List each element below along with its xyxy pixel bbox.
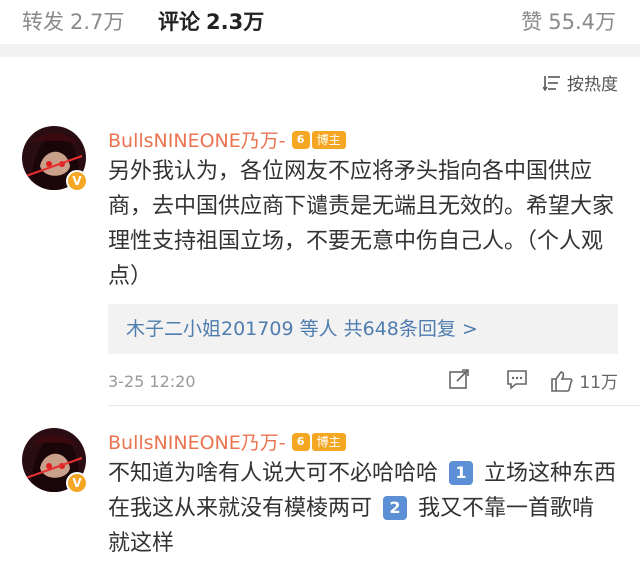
- replies-summary[interactable]: 木子二小姐201709 等人 共648条回复 >: [108, 304, 618, 354]
- level-icon: 6: [291, 432, 310, 451]
- blogger-tag: 博主: [311, 432, 346, 451]
- tab-repost-count: 2.7万: [70, 10, 125, 34]
- tab-like-count: 55.4万: [548, 10, 616, 34]
- comment-text-part: 不知道为啥有人说大可不必哈哈哈: [108, 461, 445, 486]
- avatar[interactable]: V: [22, 428, 88, 494]
- comment-separator: [108, 405, 640, 406]
- sort-label: 按热度: [567, 75, 618, 95]
- tab-repost-label: 转发: [22, 10, 64, 34]
- comment-time: 3-25 12:20: [108, 372, 196, 391]
- like-count: 11万: [579, 373, 618, 393]
- like-button[interactable]: 11万: [550, 368, 618, 393]
- tab-comment-label: 评论: [158, 10, 200, 34]
- comment-meta: 3-25 12:20 11万: [108, 368, 618, 396]
- level-badge: 6 博主: [291, 130, 346, 150]
- username-text: BullsNINEONE乃万-: [108, 432, 286, 454]
- share-button[interactable]: [448, 368, 470, 390]
- comment-text: 另外我认为，各位网友不应将矛头指向各中国供应商，去中国供应商下谴责是无端且无效的…: [108, 159, 615, 289]
- level-badge: 6 博主: [291, 432, 346, 452]
- comment-item: V BullsNINEONE乃万- 6 博主 不知道为啥有人说大可不必哈哈哈 1…: [0, 420, 640, 562]
- reply-button[interactable]: [506, 368, 528, 390]
- comment-icon: [507, 370, 527, 390]
- tab-comment-count: 2.3万: [206, 10, 265, 34]
- section-divider: [0, 44, 640, 57]
- keycap-two-icon: 2: [383, 496, 407, 520]
- verified-badge-icon: V: [66, 472, 88, 494]
- comment-item: V BullsNINEONE乃万- 6 博主 另外我认为，各位网友不应将矛头指向…: [0, 118, 640, 406]
- tab-repost[interactable]: 转发 2.7万: [22, 6, 124, 36]
- level-icon: 6: [291, 130, 310, 149]
- comment-text: 不知道为啥有人说大可不必哈哈哈 1 立场这种东西在我这从来就没有模棱两可 2 我…: [108, 456, 618, 561]
- tab-like-label: 赞: [521, 10, 543, 34]
- blogger-tag: 博主: [311, 130, 346, 149]
- tab-like[interactable]: 赞 55.4万: [521, 6, 616, 36]
- keycap-one-icon: 1: [449, 461, 473, 485]
- tab-comment[interactable]: 评论 2.3万: [158, 6, 264, 36]
- share-icon: [449, 369, 469, 389]
- verified-badge-icon: V: [66, 170, 88, 192]
- sort-by-hot-button[interactable]: 按热度: [543, 70, 618, 95]
- thumbs-up-icon: [551, 370, 573, 392]
- tab-bar: 转发 2.7万 评论 2.3万 赞 55.4万: [0, 0, 640, 44]
- username-text: BullsNINEONE乃万-: [108, 130, 286, 152]
- username[interactable]: BullsNINEONE乃万- 6 博主: [108, 428, 346, 455]
- avatar[interactable]: V: [22, 126, 88, 192]
- username[interactable]: BullsNINEONE乃万- 6 博主: [108, 126, 346, 153]
- sort-icon: [543, 75, 560, 91]
